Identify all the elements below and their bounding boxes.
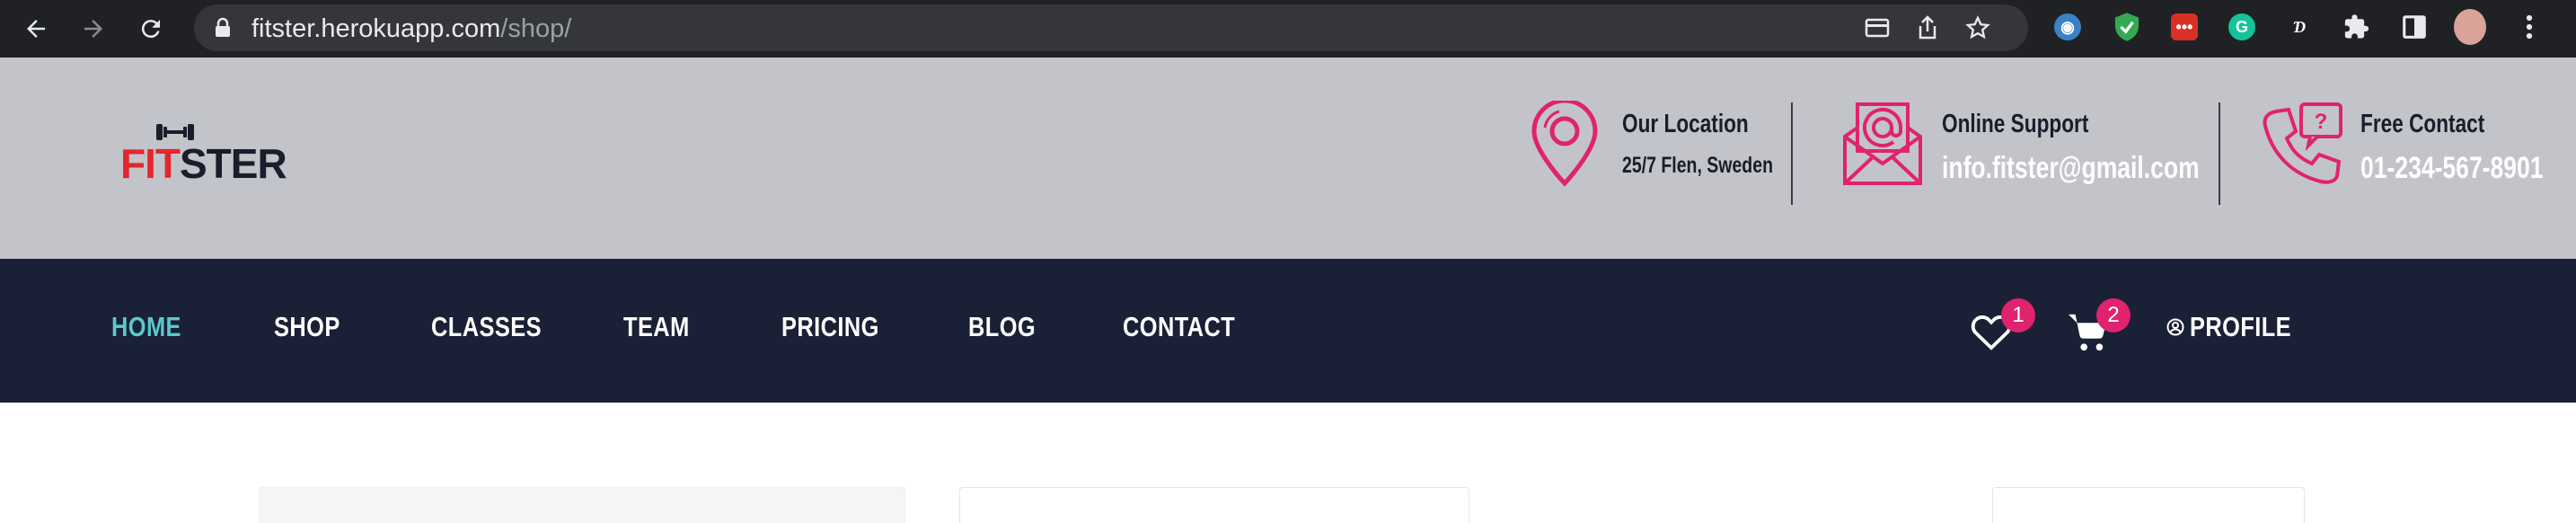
phone-block: ? Free Contact 01-234-567-8901 (2260, 101, 2565, 208)
page-content (0, 403, 2576, 523)
nav-classes[interactable]: CLASSES (431, 311, 542, 343)
bookmark-button[interactable] (1963, 15, 1992, 40)
address-bar[interactable]: fitster.herokuapp.com/shop/ (194, 4, 2028, 51)
profile-avatar-button[interactable] (2454, 9, 2486, 45)
avatar (2454, 9, 2486, 45)
chrome-menu-button[interactable] (2513, 11, 2545, 43)
profile-link[interactable]: PROFILE (2166, 311, 2292, 347)
nav-contact[interactable]: CONTACT (1123, 311, 1235, 343)
url-text: fitster.herokuapp.com/shop/ (251, 14, 571, 44)
support-email-link[interactable]: info.fitster@gmail.com (1942, 151, 2200, 186)
nav-pricing[interactable]: PRICING (781, 311, 879, 343)
kebab-menu-icon (2526, 14, 2533, 40)
location-pin-icon (1531, 101, 1598, 187)
url-path: /shop/ (500, 14, 572, 43)
support-title: Online Support (1942, 110, 2089, 138)
phone-title: Free Contact (2360, 110, 2485, 138)
browser-toolbar: fitster.herokuapp.com/shop/ ◉ ••• G Ɗ (0, 0, 2576, 58)
extension-3[interactable]: ••• (2168, 11, 2201, 43)
extension-1[interactable]: ◉ (2051, 11, 2084, 43)
reload-icon (141, 20, 160, 39)
envelope-icon (1843, 102, 1922, 185)
location-value: 25/7 Flen, Sweden (1622, 153, 1773, 178)
product-card-2 (1992, 487, 2305, 523)
location-title: Our Location (1622, 110, 1749, 138)
side-panel-button[interactable] (2398, 11, 2430, 43)
cart-button[interactable]: 2 (2066, 298, 2138, 352)
install-button[interactable] (1863, 15, 1892, 40)
back-button[interactable] (18, 11, 54, 47)
extensions-button[interactable] (2341, 11, 2373, 43)
nav-home[interactable]: HOME (111, 311, 181, 343)
extension-1-icon: ◉ (2054, 13, 2081, 40)
profile-label: PROFILE (2190, 311, 2292, 342)
phone-icon: ? (2263, 102, 2342, 184)
puzzle-icon (2344, 14, 2369, 39)
logo-fit-text: FIT (120, 140, 181, 187)
extension-3-icon: ••• (2171, 13, 2198, 40)
lock-icon (216, 17, 230, 37)
svg-text:?: ? (2315, 110, 2328, 134)
phone-number-link[interactable]: 01-234-567-8901 (2360, 151, 2543, 186)
extension-5[interactable]: Ɗ (2283, 11, 2316, 43)
site-header: FITSTER Our Location 25/7 Flen, Sweden O… (0, 58, 2576, 259)
share-icon (1919, 15, 1936, 40)
location-block: Our Location 25/7 Flen, Sweden (1527, 101, 1778, 208)
reload-button[interactable] (133, 11, 169, 47)
grammarly-extension[interactable]: G (2226, 11, 2258, 43)
nav-blog[interactable]: BLOG (968, 311, 1036, 343)
url-host: fitster.herokuapp.com (251, 14, 501, 43)
sidebar-panel (259, 487, 905, 523)
support-block: Online Support info.fitster@gmail.com (1841, 101, 2219, 208)
logo-wordmark: FITSTER (120, 140, 287, 187)
product-card-1 (959, 487, 1469, 523)
cart-count-badge: 2 (2096, 298, 2130, 332)
site-logo[interactable]: FITSTER (120, 120, 287, 192)
side-panel-icon (2403, 15, 2426, 39)
bookmark-star-icon (1965, 15, 1990, 40)
grammarly-icon: G (2228, 13, 2255, 40)
wishlist-count-badge: 1 (2001, 298, 2035, 332)
forward-button[interactable] (75, 11, 111, 47)
nav-team[interactable]: TEAM (623, 311, 690, 343)
share-button[interactable] (1913, 15, 1942, 40)
main-navbar: HOME SHOP CLASSES TEAM PRICING BLOG CONT… (0, 259, 2576, 403)
shield-check-icon (2114, 13, 2139, 41)
install-icon (1865, 18, 1890, 38)
back-arrow-icon (27, 20, 45, 38)
profile-icon (2166, 318, 2184, 336)
forward-arrow-icon (84, 20, 102, 38)
logo-ster-text: STER (179, 140, 287, 187)
wishlist-button[interactable]: 1 (1971, 298, 2042, 352)
extension-2[interactable] (2111, 11, 2143, 43)
header-divider-2 (2219, 102, 2220, 205)
extension-5-icon: Ɗ (2292, 17, 2307, 36)
header-divider-1 (1791, 102, 1793, 205)
nav-shop[interactable]: SHOP (274, 311, 340, 343)
